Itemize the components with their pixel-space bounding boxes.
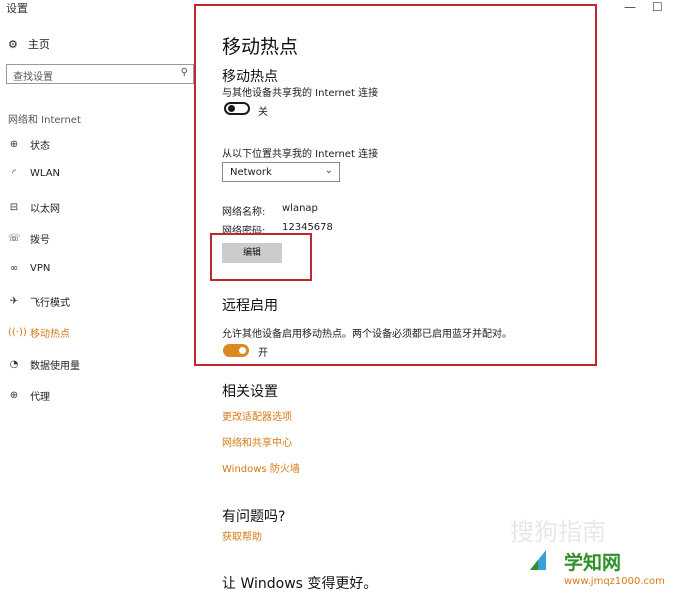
watermark-sogou: 搜狗指南 [510,518,606,546]
vpn-icon: ∞ [9,263,19,274]
airplane-icon: ✈ [9,296,19,307]
link-get-help[interactable]: 获取帮助 [222,528,262,543]
sidebar-item-status[interactable]: ⊕ 状态 [8,137,50,152]
sidebar-item-label: 移动热点 [30,329,70,340]
sidebar-item-label: 状态 [30,141,50,152]
proxy-globe-icon: ⊕ [9,390,19,401]
sidebar-item-wlan[interactable]: ◜ WLAN [8,168,60,179]
highlight-box-edit [210,233,312,281]
sidebar-item-label: VPN [30,263,51,274]
search-icon: ⚲ [180,67,188,78]
gear-icon: ⚙ [8,37,18,51]
wifi-icon: ◜ [12,168,16,179]
sidebar-item-airplane[interactable]: ✈ 飞行模式 [8,294,70,309]
watermark-url: www.jmqz1000.com [564,576,665,587]
sidebar-item-label: 飞行模式 [30,298,70,309]
sidebar-item-label: WLAN [30,168,61,179]
watermark-logo-icon [530,550,546,570]
sidebar-item-label: 数据使用量 [30,361,80,372]
sidebar-item-hotspot[interactable]: ((·)) 移动热点 [8,325,70,340]
sidebar-section-label: 网络和 Internet [8,115,81,126]
ethernet-icon: ⊟ [9,202,19,213]
link-network-sharing-center[interactable]: 网络和共享中心 [222,434,292,449]
sidebar-item-data-usage[interactable]: ◔ 数据使用量 [8,357,80,372]
data-usage-icon: ◔ [9,359,19,370]
search-input[interactable]: 查找设置 ⚲ [6,64,194,84]
highlight-box-main [194,4,597,366]
sidebar-item-label: 以太网 [30,204,60,215]
sidebar-home[interactable]: ⚙ 主页 [8,36,50,52]
sidebar-item-label: 代理 [30,392,50,403]
link-windows-firewall[interactable]: Windows 防火墙 [222,460,300,475]
watermark-brand: 学知网 [564,552,622,574]
sidebar-item-proxy[interactable]: ⊕ 代理 [8,388,50,403]
sidebar-item-dialup[interactable]: ☏ 拨号 [8,231,50,246]
related-heading: 相关设置 [222,384,278,400]
maximize-button[interactable]: ☐ [652,0,663,14]
feedback-heading: 让 Windows 变得更好。 [222,576,378,592]
search-placeholder: 查找设置 [13,72,53,83]
window-title: 设置 [6,2,28,15]
minimize-button[interactable]: — [624,0,636,14]
sidebar-home-label: 主页 [27,38,50,51]
sidebar-item-label: 拨号 [30,235,50,246]
dialup-icon: ☏ [8,233,21,244]
sidebar-item-ethernet[interactable]: ⊟ 以太网 [8,200,60,215]
hotspot-icon: ((·)) [8,327,27,338]
link-adapter-options[interactable]: 更改适配器选项 [222,408,292,423]
globe-icon: ⊕ [9,139,19,150]
help-heading: 有问题吗? [222,509,286,525]
sidebar-item-vpn[interactable]: ∞ VPN [8,263,51,274]
